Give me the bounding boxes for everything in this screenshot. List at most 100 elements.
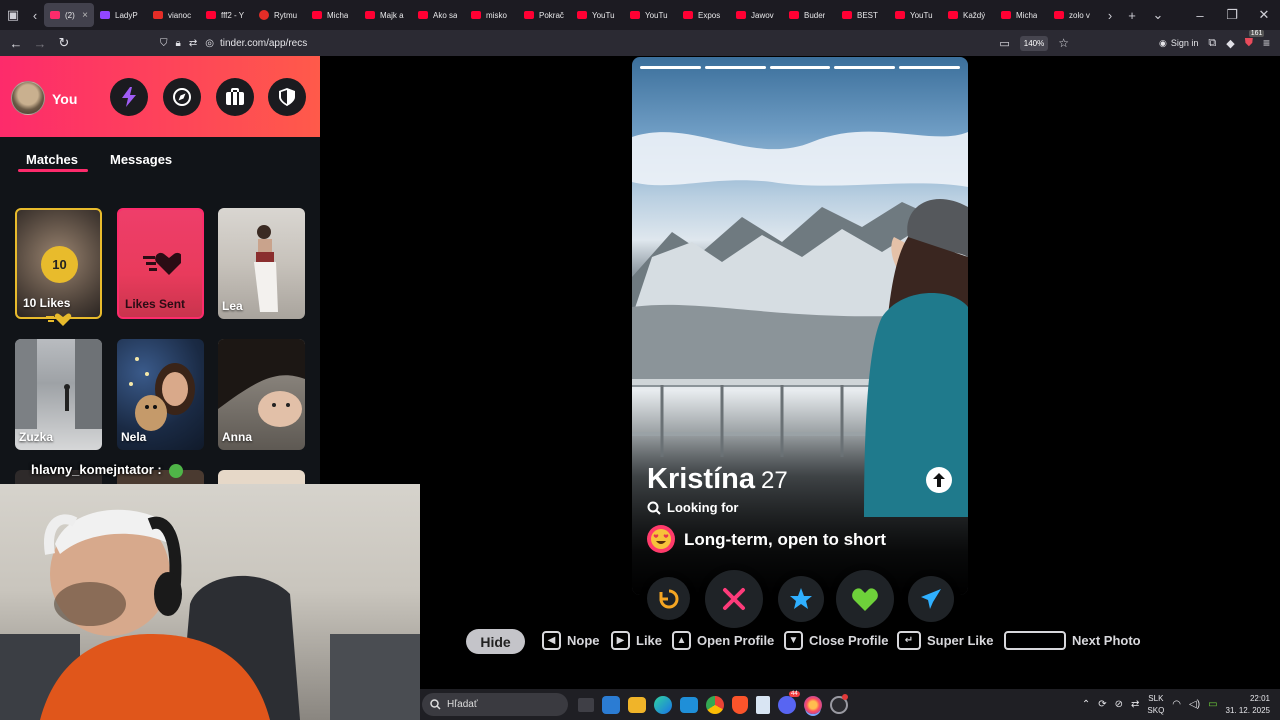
browser-tab[interactable]: Micha [306,3,359,27]
brave-icon[interactable] [732,695,748,714]
close-window-icon[interactable]: ✕ [1248,0,1280,30]
browser-tab[interactable]: Pokrač [518,3,571,27]
browser-tab[interactable]: YouTu [624,3,677,27]
back-button[interactable]: ← [4,31,28,55]
tab-scroll-left-icon[interactable]: ‹ [26,0,44,30]
task-view-icon[interactable] [578,697,594,712]
battery-icon[interactable]: ▭ [1208,699,1217,710]
browser-tab[interactable]: zolo v [1048,3,1101,27]
photo-progress-segment[interactable] [640,66,701,69]
store-icon[interactable] [602,695,620,714]
browser-tab[interactable]: misko [465,3,518,27]
address-bar[interactable]: tinder.com/app/recs [220,38,307,49]
browser-tab[interactable]: Expos [677,3,730,27]
boost-button[interactable] [110,78,148,116]
chevron-up-icon[interactable]: ⌃ [1082,699,1090,710]
extensions-icon[interactable]: ⧉ [1208,37,1216,50]
rewind-button[interactable] [647,577,690,620]
reader-view-icon[interactable]: ▭ [999,37,1009,50]
clock[interactable]: 22:01 31. 12. 2025 [1226,693,1270,717]
match-card[interactable]: Anna [218,339,305,450]
network-off-icon[interactable]: ⊘ [1115,699,1123,710]
nope-button[interactable] [705,570,763,628]
notepad-icon[interactable] [756,695,770,714]
browser-tab[interactable]: YouTu [889,3,942,27]
bookmark-star-icon[interactable]: ☆ [1058,36,1069,50]
hide-shortcuts-button[interactable]: Hide [466,629,525,654]
match-card[interactable]: Lea [218,208,305,319]
tab-close-icon[interactable]: × [82,10,88,21]
browser-tab[interactable]: Majk a [359,3,412,27]
compass-icon [173,88,191,106]
browser-tab[interactable]: vianoc [147,3,200,27]
likes-you-card[interactable]: 10 10 Likes [15,208,102,319]
extension-icon[interactable]: ◆ [1226,37,1234,50]
browser-tab[interactable]: fff2 - Y [200,3,253,27]
browser-tab[interactable]: Rytmu [253,3,306,27]
browser-tab[interactable]: LadyP [94,3,147,27]
browser-tab[interactable]: Každý [942,3,995,27]
reload-button[interactable]: ↻ [52,31,76,55]
discord-icon[interactable]: 44 [778,690,800,714]
photo-progress-segment[interactable] [769,66,831,69]
wifi-icon[interactable]: ◠ [1172,699,1181,710]
profile-card[interactable]: Kristína 27 Looking for Long-term, open t… [632,57,968,595]
tab-scroll-right-icon[interactable]: › [1101,0,1119,30]
account-icon: ◉ [1159,37,1167,48]
lock-icon[interactable]: 🔒︎ [176,38,181,49]
site-info-icon[interactable]: ◎ [205,38,214,49]
sign-in-button[interactable]: ◉ Sign in [1159,38,1198,49]
obs-icon[interactable] [830,693,848,714]
super-like-button[interactable] [778,576,824,622]
new-tab-icon[interactable]: + [1119,0,1145,30]
photo-progress-segment[interactable] [704,66,766,69]
tab-overview-icon[interactable]: ▣ [0,0,26,30]
taskbar-search-input[interactable]: Hľadať [422,693,568,716]
language-indicator[interactable]: SLK SKQ [1147,693,1164,717]
file-explorer-icon[interactable] [628,696,646,713]
tab-matches[interactable]: Matches [26,152,78,167]
tab-active[interactable]: (2) × [44,3,94,27]
match-card[interactable] [218,470,305,484]
chrome-icon[interactable] [706,695,724,714]
sync-icon[interactable]: ⟳ [1098,699,1106,710]
photo-progress-segment[interactable] [899,66,960,69]
minimize-window-icon[interactable]: – [1184,0,1216,30]
zoom-level[interactable]: 140% [1019,35,1049,51]
browser-tab-strip: ▣ ‹ (2) × LadyP vianoc fff2 - Y Rytmu Micha M… [0,0,1280,30]
photos-icon[interactable] [680,696,698,713]
menu-icon[interactable]: ≡ [1263,36,1270,50]
permissions-icon[interactable]: ⇄ [189,38,197,49]
browser-tab[interactable]: Ako sa [412,3,465,27]
likes-sent-card[interactable]: Likes Sent [117,208,204,319]
browser-tab[interactable]: YouTu [571,3,624,27]
photo-progress-segment[interactable] [834,66,896,69]
work-mode-button[interactable] [216,78,254,116]
you-label[interactable]: You [52,91,77,107]
restore-window-icon[interactable]: ❐ [1216,0,1248,30]
network-activity-icon[interactable]: ⇄ [1131,699,1139,710]
browser-tab[interactable]: Micha [995,3,1048,27]
safety-button[interactable] [268,78,306,116]
likes-you-label: 10 Likes [23,296,71,310]
browser-tab[interactable]: Buder [783,3,836,27]
send-message-button[interactable] [908,576,954,622]
tab-list-dropdown-icon[interactable]: ⌄ [1145,0,1171,30]
match-card[interactable]: Zuzka [15,339,102,450]
browser-tab[interactable]: BEST [836,3,889,27]
shield-icon[interactable]: ⛉ [160,38,168,49]
open-profile-button[interactable] [926,467,952,493]
ublock-icon[interactable]: ⛊ 161 [1245,29,1265,50]
explore-button[interactable] [163,78,201,116]
edge-icon[interactable] [654,695,672,714]
match-card[interactable]: Nela [117,339,204,450]
volume-icon[interactable]: ◁) [1189,699,1200,710]
like-button[interactable] [836,570,894,628]
tab-messages[interactable]: Messages [110,152,172,167]
browser-tab[interactable]: Jawov [730,3,783,27]
firefox-icon[interactable] [804,695,822,714]
browser-navigation-bar: ← → ↻ ⛉ 🔒︎ ⇄ ◎ tinder.com/app/recs ▭ 140… [0,29,1280,56]
avatar[interactable] [11,81,45,115]
match-name: Lea [222,299,243,313]
forward-button[interactable]: → [28,31,52,55]
